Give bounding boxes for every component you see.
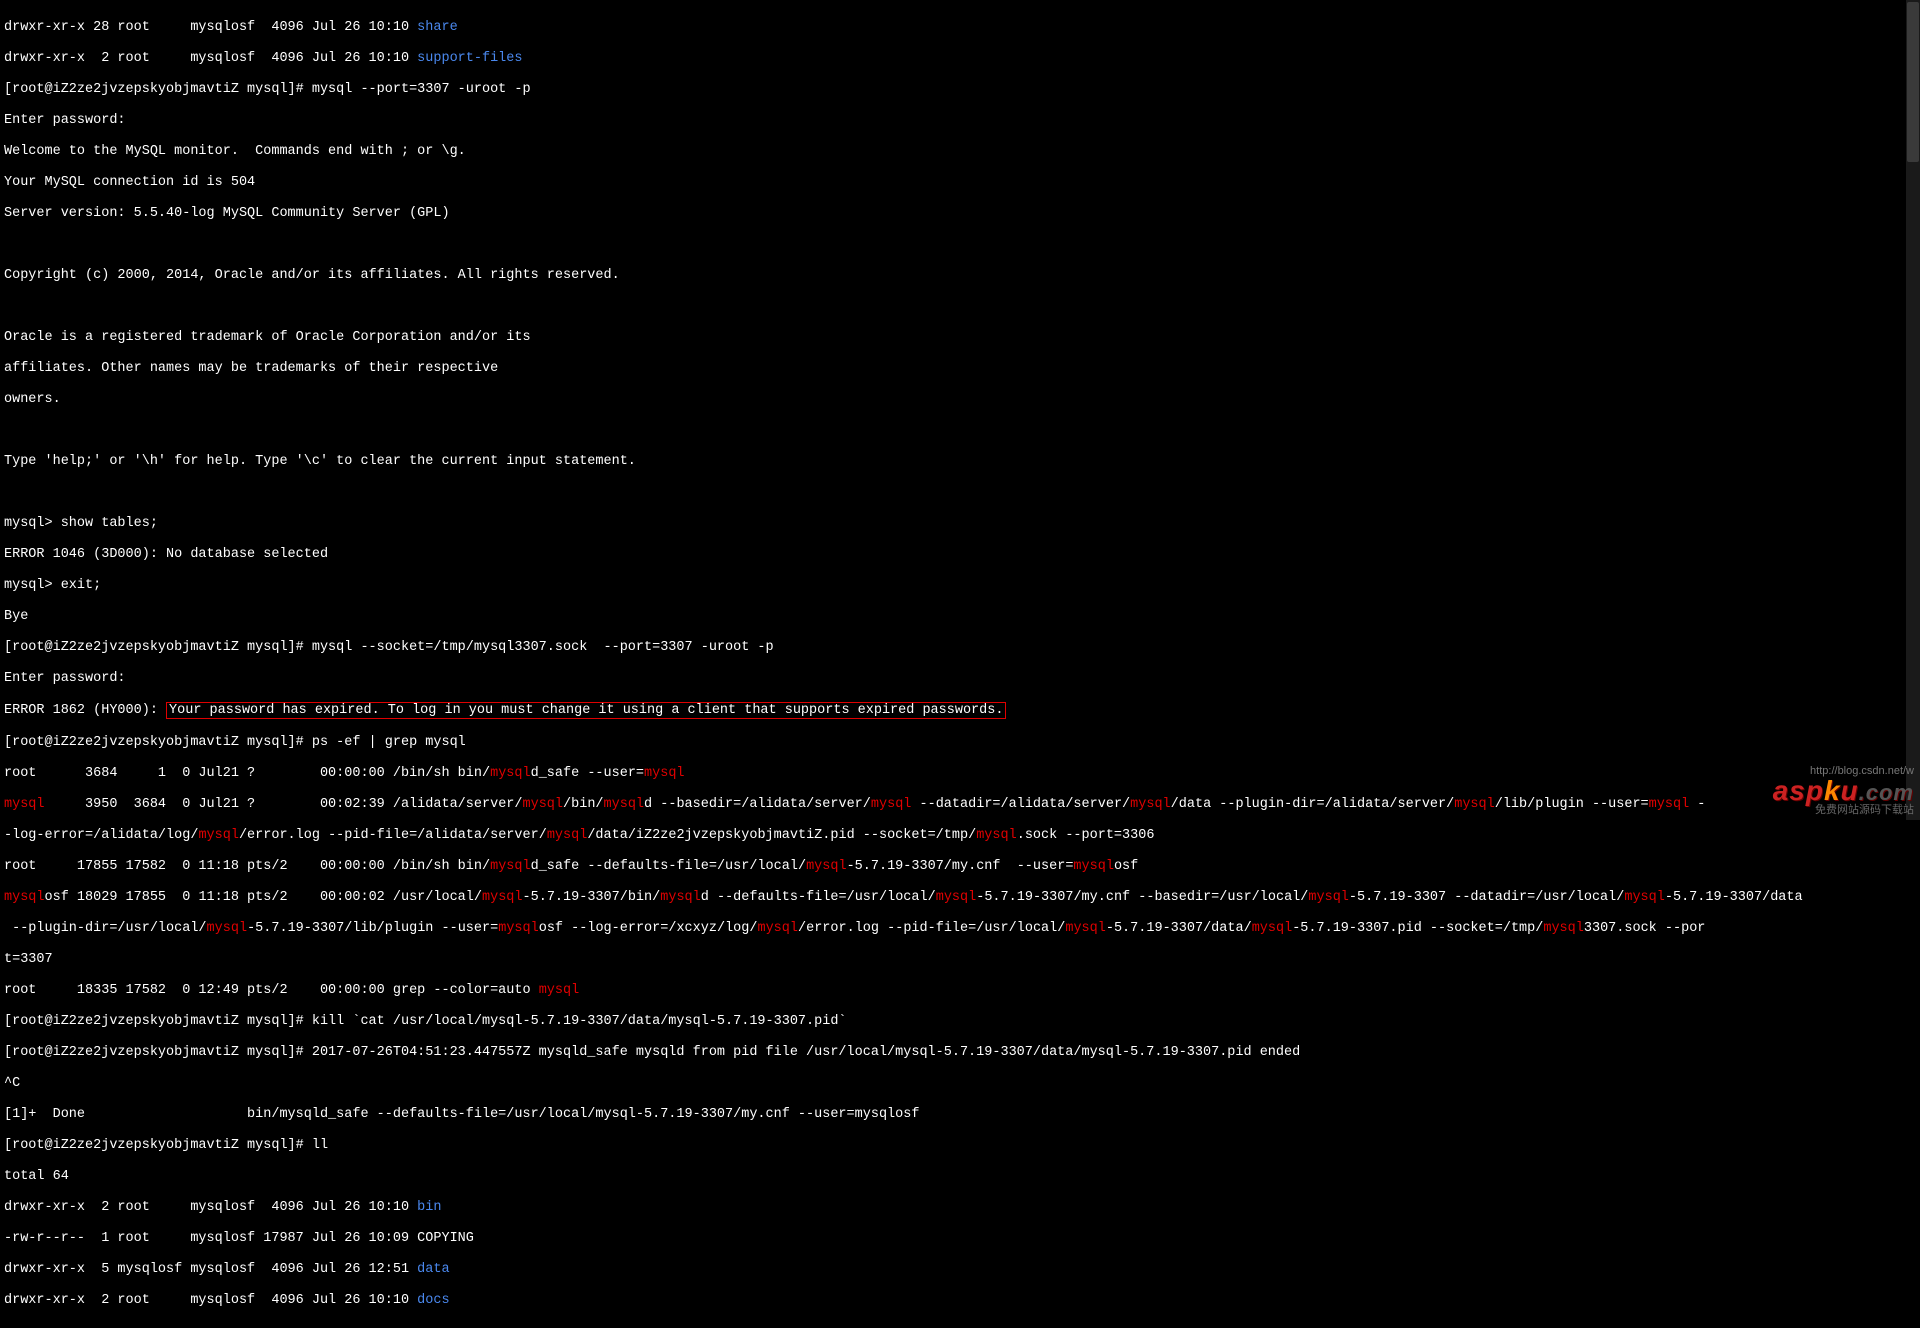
mysql-trademark: affiliates. Other names may be trademark… <box>4 361 1916 377</box>
dir-name: support-files <box>417 51 522 66</box>
enter-password: Enter password: <box>4 113 1916 129</box>
blank <box>4 237 1916 253</box>
blank <box>4 423 1916 439</box>
ps-row: mysqlosf 18029 17855 0 11:18 pts/2 00:00… <box>4 890 1916 906</box>
blank <box>4 485 1916 501</box>
blank <box>4 299 1916 315</box>
scrollbar[interactable] <box>1906 0 1920 820</box>
ls-entry: drwxr-xr-x 28 root mysqlosf 4096 Jul 26 … <box>4 20 1916 36</box>
ps-row-wrap: --plugin-dir=/usr/local/mysql-5.7.19-330… <box>4 921 1916 937</box>
dir-name: docs <box>417 1293 449 1308</box>
error-highlight-box: Your password has expired. To log in you… <box>166 702 1006 720</box>
ps-row: root 17855 17582 0 11:18 pts/2 00:00:00 … <box>4 859 1916 875</box>
enter-password: Enter password: <box>4 671 1916 687</box>
dir-name: data <box>417 1262 449 1277</box>
mysql-conn-id: Your MySQL connection id is 504 <box>4 175 1916 191</box>
dir-name: bin <box>417 1200 441 1215</box>
shell-prompt-line: [root@iZ2ze2jvzepskyobjmavtiZ mysql]# ps… <box>4 735 1916 751</box>
mysql-bye: Bye <box>4 609 1916 625</box>
ps-row: root 3684 1 0 Jul21 ? 00:00:00 /bin/sh b… <box>4 766 1916 782</box>
mysql-server-ver: Server version: 5.5.40-log MySQL Communi… <box>4 206 1916 222</box>
mysql-help: Type 'help;' or '\h' for help. Type '\c'… <box>4 454 1916 470</box>
ctrl-c: ^C <box>4 1076 1916 1092</box>
mysql-error: ERROR 1046 (3D000): No database selected <box>4 547 1916 563</box>
scrollbar-thumb[interactable] <box>1907 2 1919 162</box>
ls-entry: -rw-r--r-- 1 root mysqlosf 17987 Jul 26 … <box>4 1231 1916 1247</box>
dir-name: share <box>417 20 458 35</box>
shell-prompt-line: [root@iZ2ze2jvzepskyobjmavtiZ mysql]# ll <box>4 1138 1916 1154</box>
shell-prompt-line: [root@iZ2ze2jvzepskyobjmavtiZ mysql]# my… <box>4 640 1916 656</box>
terminal-output[interactable]: drwxr-xr-x 28 root mysqlosf 4096 Jul 26 … <box>0 0 1920 1328</box>
mysql-welcome: Welcome to the MySQL monitor. Commands e… <box>4 144 1916 160</box>
ls-total: total 64 <box>4 1169 1916 1185</box>
mysql-error-expired: ERROR 1862 (HY000): Your password has ex… <box>4 702 1916 720</box>
mysql-trademark: Oracle is a registered trademark of Orac… <box>4 330 1916 346</box>
shell-prompt-line: [root@iZ2ze2jvzepskyobjmavtiZ mysql]# 20… <box>4 1045 1916 1061</box>
mysql-copyright: Copyright (c) 2000, 2014, Oracle and/or … <box>4 268 1916 284</box>
ps-row-wrap: t=3307 <box>4 952 1916 968</box>
ls-entry: drwxr-xr-x 5 mysqlosf mysqlosf 4096 Jul … <box>4 1262 1916 1278</box>
ps-row-wrap: -log-error=/alidata/log/mysql/error.log … <box>4 828 1916 844</box>
ls-entry: drwxr-xr-x 2 root mysqlosf 4096 Jul 26 1… <box>4 1200 1916 1216</box>
job-done: [1]+ Done bin/mysqld_safe --defaults-fil… <box>4 1107 1916 1123</box>
shell-prompt-line: [root@iZ2ze2jvzepskyobjmavtiZ mysql]# ki… <box>4 1014 1916 1030</box>
ps-row: mysql 3950 3684 0 Jul21 ? 00:02:39 /alid… <box>4 797 1916 813</box>
ls-entry: drwxr-xr-x 2 root mysqlosf 4096 Jul 26 1… <box>4 1293 1916 1309</box>
mysql-prompt: mysql> show tables; <box>4 516 1916 532</box>
mysql-trademark: owners. <box>4 392 1916 408</box>
ls-entry: drwxr-xr-x 2 root mysqlosf 4096 Jul 26 1… <box>4 51 1916 67</box>
mysql-prompt: mysql> exit; <box>4 578 1916 594</box>
shell-prompt-line: [root@iZ2ze2jvzepskyobjmavtiZ mysql]# my… <box>4 82 1916 98</box>
ps-row: root 18335 17582 0 12:49 pts/2 00:00:00 … <box>4 983 1916 999</box>
